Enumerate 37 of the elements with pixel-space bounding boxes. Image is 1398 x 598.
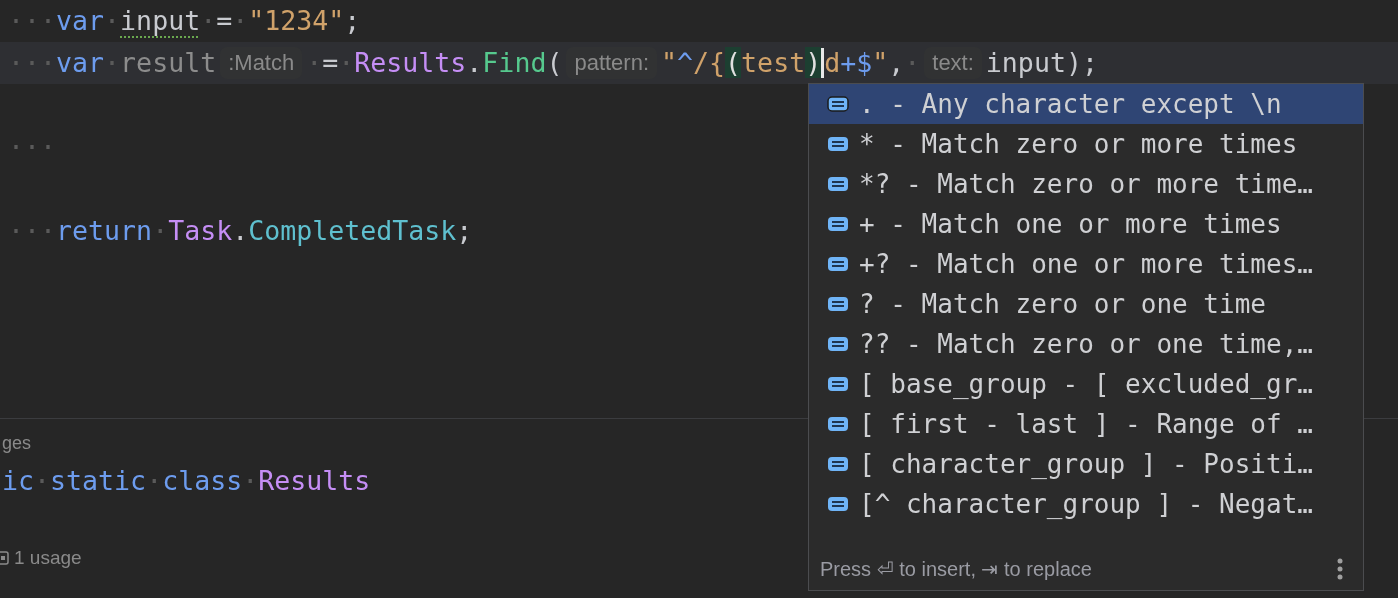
- list-item-icon: [827, 96, 849, 112]
- code-text: ic·static·class·Results: [2, 464, 371, 498]
- text-cursor: [821, 48, 825, 78]
- usage-icon: [0, 551, 9, 565]
- completion-item[interactable]: ? - Match zero or one time: [809, 284, 1363, 324]
- code-text: ···var·input·=·"1234";: [8, 4, 361, 38]
- list-item-icon: [827, 496, 849, 512]
- list-item-icon: [827, 216, 849, 232]
- code-text: ···: [8, 130, 57, 164]
- more-options-icon[interactable]: [1337, 558, 1343, 580]
- completion-item[interactable]: +? - Match one or more times…: [809, 244, 1363, 284]
- completion-item[interactable]: + - Match one or more times: [809, 204, 1363, 244]
- code-text: ···return·Task.CompletedTask;: [8, 214, 473, 248]
- list-item-icon: [827, 176, 849, 192]
- usages-label: ges: [2, 432, 32, 455]
- code-text: ···var·result: [8, 46, 217, 80]
- completion-item[interactable]: *? - Match zero or more time…: [809, 164, 1363, 204]
- list-item-icon: [827, 256, 849, 272]
- completion-item[interactable]: ?? - Match zero or one time,…: [809, 324, 1363, 364]
- list-item-icon: [827, 296, 849, 312]
- completion-item[interactable]: [ character_group ] - Positi…: [809, 444, 1363, 484]
- code-text: d+$",·: [824, 46, 921, 80]
- list-item-icon: [827, 456, 849, 472]
- completion-item[interactable]: * - Match zero or more times: [809, 124, 1363, 164]
- list-item-icon: [827, 416, 849, 432]
- list-item-icon: [827, 336, 849, 352]
- completion-item[interactable]: [ base_group - [ excluded_gr…: [809, 364, 1363, 404]
- completion-item[interactable]: [ first - last ] - Range of …: [809, 404, 1363, 444]
- list-item-icon: [827, 136, 849, 152]
- code-text: "^/{(test): [661, 46, 822, 80]
- usage-count[interactable]: 1 usage: [14, 547, 82, 569]
- code-text: ·=·Results.Find(: [306, 46, 563, 80]
- completion-hint: Press ⏎ to insert, ⇥ to replace: [820, 557, 1092, 581]
- completion-item[interactable]: [^ character_group ] - Negat…: [809, 484, 1363, 524]
- code-text: input);: [985, 46, 1098, 80]
- completion-item[interactable]: . - Any character except \n: [809, 84, 1363, 124]
- list-item-icon: [827, 376, 849, 392]
